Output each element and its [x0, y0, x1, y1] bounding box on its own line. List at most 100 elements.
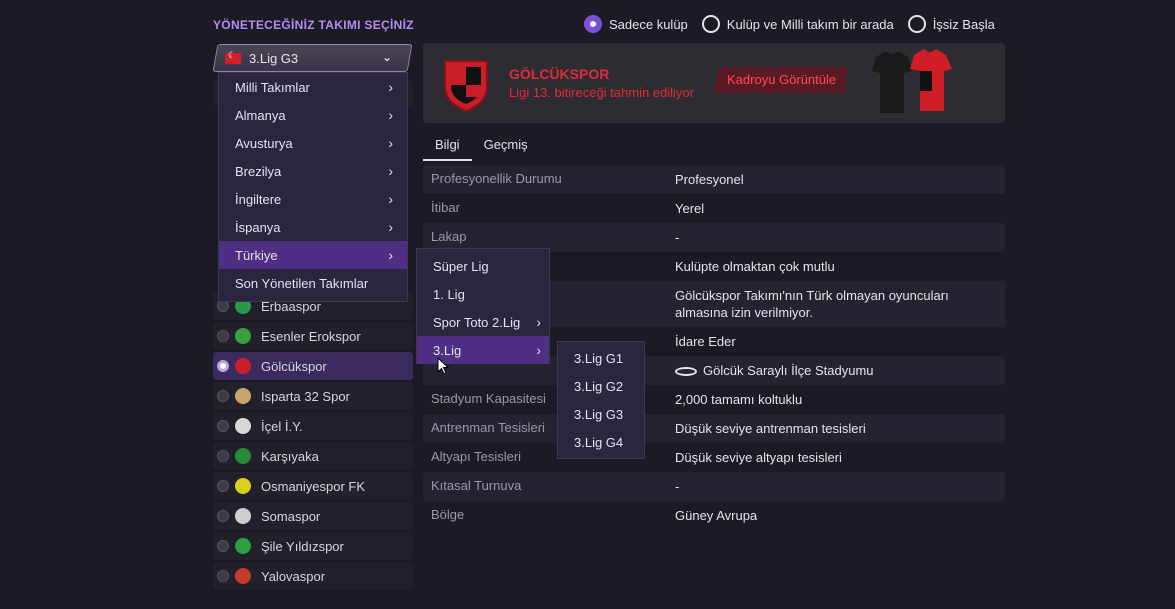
radio-label: Sadece kulüp: [609, 16, 688, 32]
menu-item-label: Brezilya: [235, 163, 282, 179]
team-row[interactable]: Esenler Erokspor: [213, 322, 413, 350]
radio-button[interactable]: [701, 15, 720, 33]
chevron-down-icon[interactable]: ⌄: [382, 50, 392, 64]
team-crest-icon: [235, 538, 251, 554]
team-row-selected[interactable]: Gölcükspor: [213, 352, 413, 380]
team-name: İçel İ.Y.: [261, 418, 303, 434]
team-row[interactable]: Osmaniyespor FK: [213, 472, 413, 500]
menu-item-label: 3.Lig G3: [574, 406, 624, 422]
menu-item-label: Türkiye: [235, 247, 278, 263]
menu-item-label: 3.Lig: [433, 342, 462, 358]
info-value: -: [675, 230, 680, 245]
info-value: İdare Eder: [675, 334, 736, 349]
radio-club-only[interactable]: Sadece kulüp: [584, 15, 688, 33]
team-crest-icon: [235, 328, 251, 344]
info-value: -: [675, 479, 680, 494]
menu-item-turkey[interactable]: Türkiye ›: [219, 241, 407, 269]
menu-item-england[interactable]: İngiltere ›: [219, 185, 407, 213]
radio-button[interactable]: [217, 390, 229, 402]
chevron-right-icon: ›: [388, 219, 393, 235]
menu-item-label: Süper Lig: [433, 258, 489, 274]
info-key: Kıtasal Turnuva: [431, 478, 522, 493]
menu-item-recent-teams[interactable]: Son Yönetilen Takımlar: [219, 269, 407, 297]
team-row[interactable]: Şile Yıldızspor: [213, 532, 413, 560]
menu-item-austria[interactable]: Avusturya ›: [219, 129, 407, 157]
menu-item-germany[interactable]: Almanya ›: [219, 101, 407, 129]
chevron-right-icon: ›: [536, 314, 541, 330]
banner-team-name: GÖLCÜKSPOR: [509, 66, 610, 82]
team-row[interactable]: Karşıyaka: [213, 442, 413, 470]
start-mode-radio-group: Sadece kulüp Kulüp ve Milli takım bir ar…: [584, 15, 995, 33]
tab-history[interactable]: Geçmiş: [472, 130, 540, 161]
info-value: 2,000 tamamı koltuklu: [675, 392, 803, 407]
stadium-name: Gölcük Saraylı İlçe Stadyumu: [703, 363, 874, 378]
info-value: Gölcükspor Takımı'nın Türk olmayan oyunc…: [675, 288, 949, 320]
chevron-right-icon: ›: [536, 342, 541, 358]
menu-item-brazil[interactable]: Brezilya ›: [219, 157, 407, 185]
mouse-cursor-icon: [437, 357, 449, 375]
menu-item-2-lig[interactable]: Spor Toto 2.Lig ›: [417, 308, 549, 336]
team-crest-icon: [235, 418, 251, 434]
menu-item-1-lig[interactable]: 1. Lig: [417, 280, 549, 308]
radio-club-and-national[interactable]: Kulüp ve Milli takım bir arada: [701, 15, 894, 33]
menu-item-label: Almanya: [235, 107, 286, 123]
radio-button[interactable]: [217, 330, 229, 342]
menu-item-label: Milli Takımlar: [235, 79, 310, 95]
league-dropdown-content[interactable]: 3.Lig G3: [225, 44, 405, 72]
menu-item-label: 3.Lig G1: [574, 350, 624, 366]
radio-button[interactable]: [217, 510, 229, 522]
chevron-right-icon: ›: [388, 79, 393, 95]
info-row: Bölge Güney Avrupa: [423, 501, 1005, 530]
chevron-right-icon: ›: [388, 191, 393, 207]
info-key: Bölge: [431, 507, 465, 522]
turkey-flag-icon: [225, 50, 241, 64]
info-row: Stadyum Kapasitesi 2,000 tamamı koltuklu: [423, 385, 1005, 414]
radio-button[interactable]: [907, 15, 926, 33]
menu-item-label: 3.Lig G2: [574, 378, 624, 394]
view-squad-label[interactable]: Kadroyu Görüntüle: [727, 72, 836, 87]
team-row[interactable]: İçel İ.Y.: [213, 412, 413, 440]
radio-button-selected[interactable]: [584, 15, 602, 33]
chevron-right-icon: ›: [388, 163, 393, 179]
tab-info[interactable]: Bilgi: [423, 130, 472, 161]
chevron-right-icon: ›: [388, 135, 393, 151]
menu-item-label: 3.Lig G4: [574, 434, 624, 450]
country-menu: Milli Takımlar › Almanya › Avusturya › Brez…: [218, 72, 408, 302]
menu-item-super-lig[interactable]: Süper Lig: [417, 252, 549, 280]
chevron-right-icon: ›: [388, 247, 393, 263]
info-key: İtibar: [431, 200, 460, 215]
radio-button[interactable]: [217, 570, 229, 582]
menu-item-g3[interactable]: 3.Lig G3: [558, 400, 644, 428]
team-row[interactable]: Isparta 32 Spor: [213, 382, 413, 410]
team-row[interactable]: Somaspor: [213, 502, 413, 530]
team-name: Isparta 32 Spor: [261, 388, 350, 404]
team-name: Somaspor: [261, 508, 321, 524]
radio-unemployed[interactable]: İşsiz Başla: [907, 15, 995, 33]
menu-item-g1[interactable]: 3.Lig G1: [558, 344, 644, 372]
menu-item-label: İngiltere: [235, 191, 282, 207]
info-value: Gölcük Saraylı İlçe Stadyumu: [675, 356, 1005, 385]
menu-item-label: Son Yönetilen Takımlar: [235, 275, 369, 291]
menu-item-spain[interactable]: İspanya ›: [219, 213, 407, 241]
team-crest-icon: [235, 568, 251, 584]
team-name: Esenler Erokspor: [261, 328, 361, 344]
info-value: Düşük seviye antrenman tesisleri: [675, 421, 866, 436]
info-row: İtibar Yerel: [423, 194, 1005, 223]
radio-button-selected[interactable]: [217, 360, 229, 372]
team-crest-shield-icon: [444, 60, 488, 113]
team-row[interactable]: Yalovaspor: [213, 562, 413, 590]
radio-label: Kulüp ve Milli takım bir arada: [726, 16, 894, 32]
team-name: Gölcükspor: [261, 358, 327, 374]
radio-button[interactable]: [217, 450, 229, 462]
team-crest-icon: [235, 448, 251, 464]
radio-button[interactable]: [217, 540, 229, 552]
chevron-right-icon: ›: [388, 107, 393, 123]
menu-item-g4[interactable]: 3.Lig G4: [558, 428, 644, 456]
menu-item-g2[interactable]: 3.Lig G2: [558, 372, 644, 400]
menu-item-national-teams[interactable]: Milli Takımlar ›: [219, 73, 407, 101]
team-kits-icon: [872, 49, 952, 113]
radio-button[interactable]: [217, 480, 229, 492]
radio-button[interactable]: [217, 420, 229, 432]
team-crest-icon: [235, 508, 251, 524]
page-heading: YÖNETECEĞİNİZ TAKIMI SEÇİNİZ: [213, 18, 414, 32]
